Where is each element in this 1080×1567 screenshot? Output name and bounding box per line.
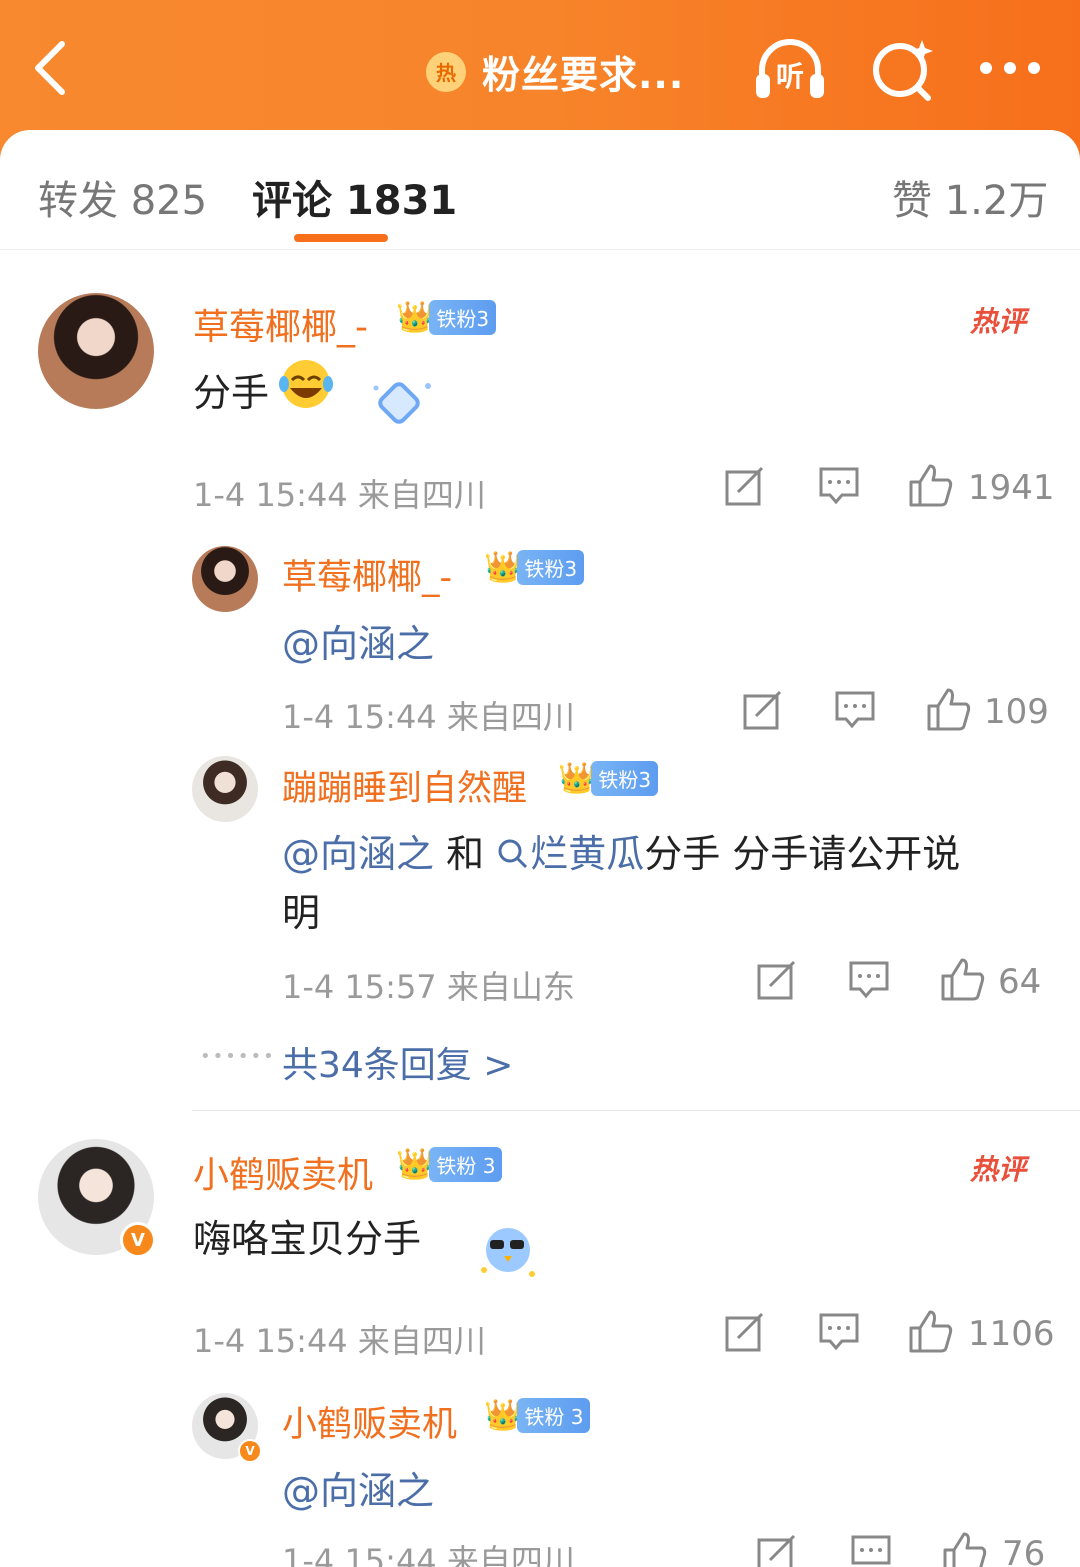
reply-meta: 1-4 15:44 来自四川 (282, 692, 575, 738)
comment-text: 分手 (193, 362, 269, 417)
comment-location: 来自四川 (357, 476, 486, 514)
reply-meta: 1-4 15:57 来自山东 (282, 962, 575, 1008)
comment-body: 分手 (193, 371, 270, 415)
tab-reposts[interactable]: 转发 825 (38, 168, 207, 226)
crown-icon: 👑 (484, 1397, 522, 1433)
fan-badge-label: 铁粉 3 (429, 1147, 503, 1182)
comment-time: 1-4 15:44 (193, 1322, 348, 1360)
share-icon[interactable] (756, 1534, 798, 1567)
reply-icon[interactable] (850, 1534, 892, 1567)
reply-meta: 1-4 15:44 来自四川 (282, 1536, 575, 1567)
share-icon[interactable] (724, 1312, 766, 1352)
reply-time: 1-4 15:44 (282, 1542, 437, 1567)
reply-time: 1-4 15:57 (282, 968, 437, 1006)
verified-badge: V (120, 1222, 156, 1258)
reply-username[interactable]: 草莓椰椰_- (282, 549, 452, 600)
reply-icon[interactable] (818, 1312, 860, 1352)
fan-badge[interactable]: 👑 铁粉 3 (484, 1397, 591, 1433)
comment-username[interactable]: 草莓椰椰_- (193, 298, 368, 350)
like-count: 1941 (968, 468, 1055, 508)
view-all-replies-link[interactable]: 共34条回复 > (282, 1036, 513, 1088)
page-title-group: 热 粉丝要求... (426, 44, 684, 99)
reply-avatar[interactable] (192, 546, 258, 612)
page-title: 粉丝要求... (482, 53, 685, 97)
fan-badge[interactable]: 👑 铁粉3 (396, 299, 497, 335)
reply-text: @向涵之 和 烂黄瓜分手 分手请公开说 (282, 823, 960, 878)
avatar[interactable] (38, 293, 154, 409)
headphones-listen-icon[interactable]: 听 (752, 36, 828, 102)
comment-time: 1-4 15:44 (193, 476, 348, 514)
reply-username[interactable]: 小鹤贩卖机 (282, 1396, 457, 1447)
like-count: 76 (1002, 1534, 1046, 1567)
reply-time: 1-4 15:44 (282, 698, 437, 736)
verified-badge: V (238, 1439, 262, 1463)
mention-link[interactable]: @向涵之 (282, 613, 434, 668)
fan-badge-label: 铁粉3 (591, 761, 659, 796)
search-sparkle-icon[interactable] (866, 36, 942, 102)
crown-icon: 👑 (396, 299, 434, 335)
reply-location: 来自山东 (446, 968, 575, 1006)
comment-meta: 1-4 15:44 来自四川 (193, 470, 486, 516)
reply-icon[interactable] (818, 466, 860, 506)
chevron-left-icon[interactable] (28, 38, 78, 98)
comment-meta: 1-4 15:44 来自四川 (193, 1316, 486, 1362)
like-thumb-icon[interactable] (940, 956, 986, 1002)
fan-badge-label: 铁粉 3 (517, 1398, 591, 1433)
crown-icon: 👑 (484, 549, 522, 585)
laughing-tears-emoji-icon (279, 360, 333, 408)
tab-likes[interactable]: 赞 1.2万 (892, 168, 1048, 226)
like-thumb-icon[interactable] (926, 686, 972, 732)
search-icon (498, 839, 528, 869)
fan-badge[interactable]: 👑 铁粉3 (484, 549, 585, 585)
like-count: 109 (984, 692, 1049, 732)
diamond-sparkle-icon (373, 382, 431, 424)
like-count: 1106 (968, 1314, 1055, 1354)
reply-icon[interactable] (848, 960, 890, 1000)
reply-text-rest: 分手 分手请公开说 (644, 832, 961, 876)
reply-username[interactable]: 蹦蹦睡到自然醒 (282, 760, 527, 811)
tab-comments[interactable]: 评论 1831 (252, 168, 457, 226)
reply-icon[interactable] (834, 690, 876, 730)
topic-label: 烂黄瓜 (530, 832, 645, 876)
comment-text: 嗨咯宝贝分手 (193, 1217, 422, 1261)
mention-link[interactable]: @向涵之 (282, 1460, 434, 1515)
active-tab-indicator (294, 234, 388, 242)
topic-search-link[interactable]: 烂黄瓜 (496, 832, 644, 876)
reply-text-and: 和 (434, 832, 497, 876)
crown-icon: 👑 (396, 1146, 434, 1182)
fan-badge[interactable]: 👑 铁粉 3 (396, 1146, 503, 1182)
comment-username[interactable]: 小鹤贩卖机 (193, 1146, 373, 1198)
divider (192, 1110, 1080, 1111)
share-icon[interactable] (724, 466, 766, 506)
mention-link[interactable]: @向涵之 (282, 832, 434, 876)
fan-badge[interactable]: 👑 铁粉3 (558, 760, 659, 796)
share-icon[interactable] (756, 960, 798, 1000)
hot-icon: 热 (426, 51, 466, 92)
reply-avatar[interactable] (192, 756, 258, 822)
reply-text-line2: 明 (282, 891, 321, 935)
like-thumb-icon[interactable] (908, 462, 954, 508)
reply-location: 来自四川 (446, 698, 575, 736)
like-thumb-icon[interactable] (908, 1308, 954, 1354)
hot-comment-tag: 热评 (970, 305, 1027, 338)
like-count: 64 (998, 962, 1042, 1002)
more-dots-icon[interactable] (972, 36, 1044, 102)
reply-location: 来自四川 (446, 1542, 575, 1567)
share-icon[interactable] (742, 690, 784, 730)
dotted-leader: •••••• (200, 1046, 276, 1067)
like-thumb-icon[interactable] (942, 1530, 988, 1567)
bird-sunglasses-sticker-icon (481, 1228, 535, 1277)
comment-location: 来自四川 (357, 1322, 486, 1360)
hot-comment-tag: 热评 (970, 1153, 1027, 1186)
listen-label: 听 (776, 60, 804, 93)
tab-bar: 转发 825 评论 1831 赞 1.2万 (0, 130, 1080, 250)
fan-badge-label: 铁粉3 (429, 300, 497, 335)
fan-badge-label: 铁粉3 (517, 550, 585, 585)
crown-icon: 👑 (558, 760, 596, 796)
